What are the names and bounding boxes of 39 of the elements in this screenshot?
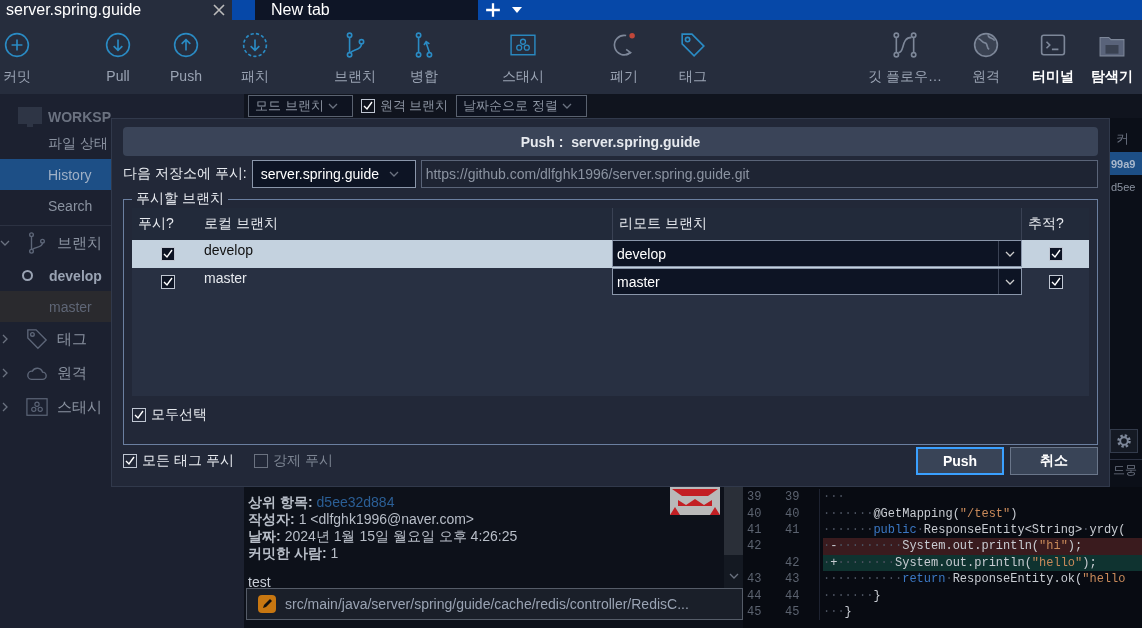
field-label: 다음 저장소에 푸시: [123, 165, 247, 184]
field-label: 작성자: [248, 511, 295, 528]
field-value: 1 <dlfghk1996@naver.com> [298, 511, 474, 528]
line-number: 40 [746, 506, 763, 521]
group-label: 푸시할 브랜치 [132, 189, 228, 208]
line-number: 41 [746, 522, 763, 537]
code-line: ·······} [823, 587, 882, 604]
line-number: 44 [746, 588, 763, 603]
line-number: 42 [746, 539, 763, 554]
code-line: ···········return·ResponseEntity.ok("hello [823, 571, 1127, 588]
line-number: 44 [784, 588, 801, 603]
code-line: ···} [823, 603, 853, 621]
field-value: 1 [330, 545, 339, 562]
line-number: 43 [784, 572, 801, 587]
table-cell-text: develop [204, 240, 255, 258]
code-line: ··· [823, 489, 846, 506]
column-header: 추적? [1027, 214, 1065, 233]
line-number: 45 [784, 604, 801, 619]
code-line: ·······@GetMapping("/test") [823, 505, 1019, 522]
column-header: 리모트 브랜치 [612, 207, 1022, 240]
line-number: 45 [746, 604, 763, 619]
field-label: 날짜: [248, 528, 281, 545]
line-number: 39 [746, 490, 763, 505]
table-cell-text: master [204, 268, 248, 286]
dialog-title: Push : server.spring.guide [123, 127, 1098, 157]
line-number: 43 [746, 572, 763, 587]
column-header: 푸시? [137, 214, 175, 233]
commit-message: test [248, 574, 272, 591]
line-number: 40 [784, 506, 801, 521]
field-value: 2024년 1월 15일 월요일 오후 4:26:25 [284, 528, 518, 545]
line-number: 41 [784, 522, 801, 537]
column-header: 로컬 브랜치 [204, 214, 279, 233]
field-label: 커밋한 사람: [248, 545, 327, 562]
section-header: WORKSP [48, 109, 111, 125]
field-label: 상위 항목: [248, 494, 313, 511]
line-number: 42 [784, 555, 801, 570]
column-header: 커 [1115, 130, 1130, 148]
code-line: ·······public·ResponseEntity<String>·yrdy( [823, 521, 1127, 539]
line-number: 39 [784, 490, 801, 505]
